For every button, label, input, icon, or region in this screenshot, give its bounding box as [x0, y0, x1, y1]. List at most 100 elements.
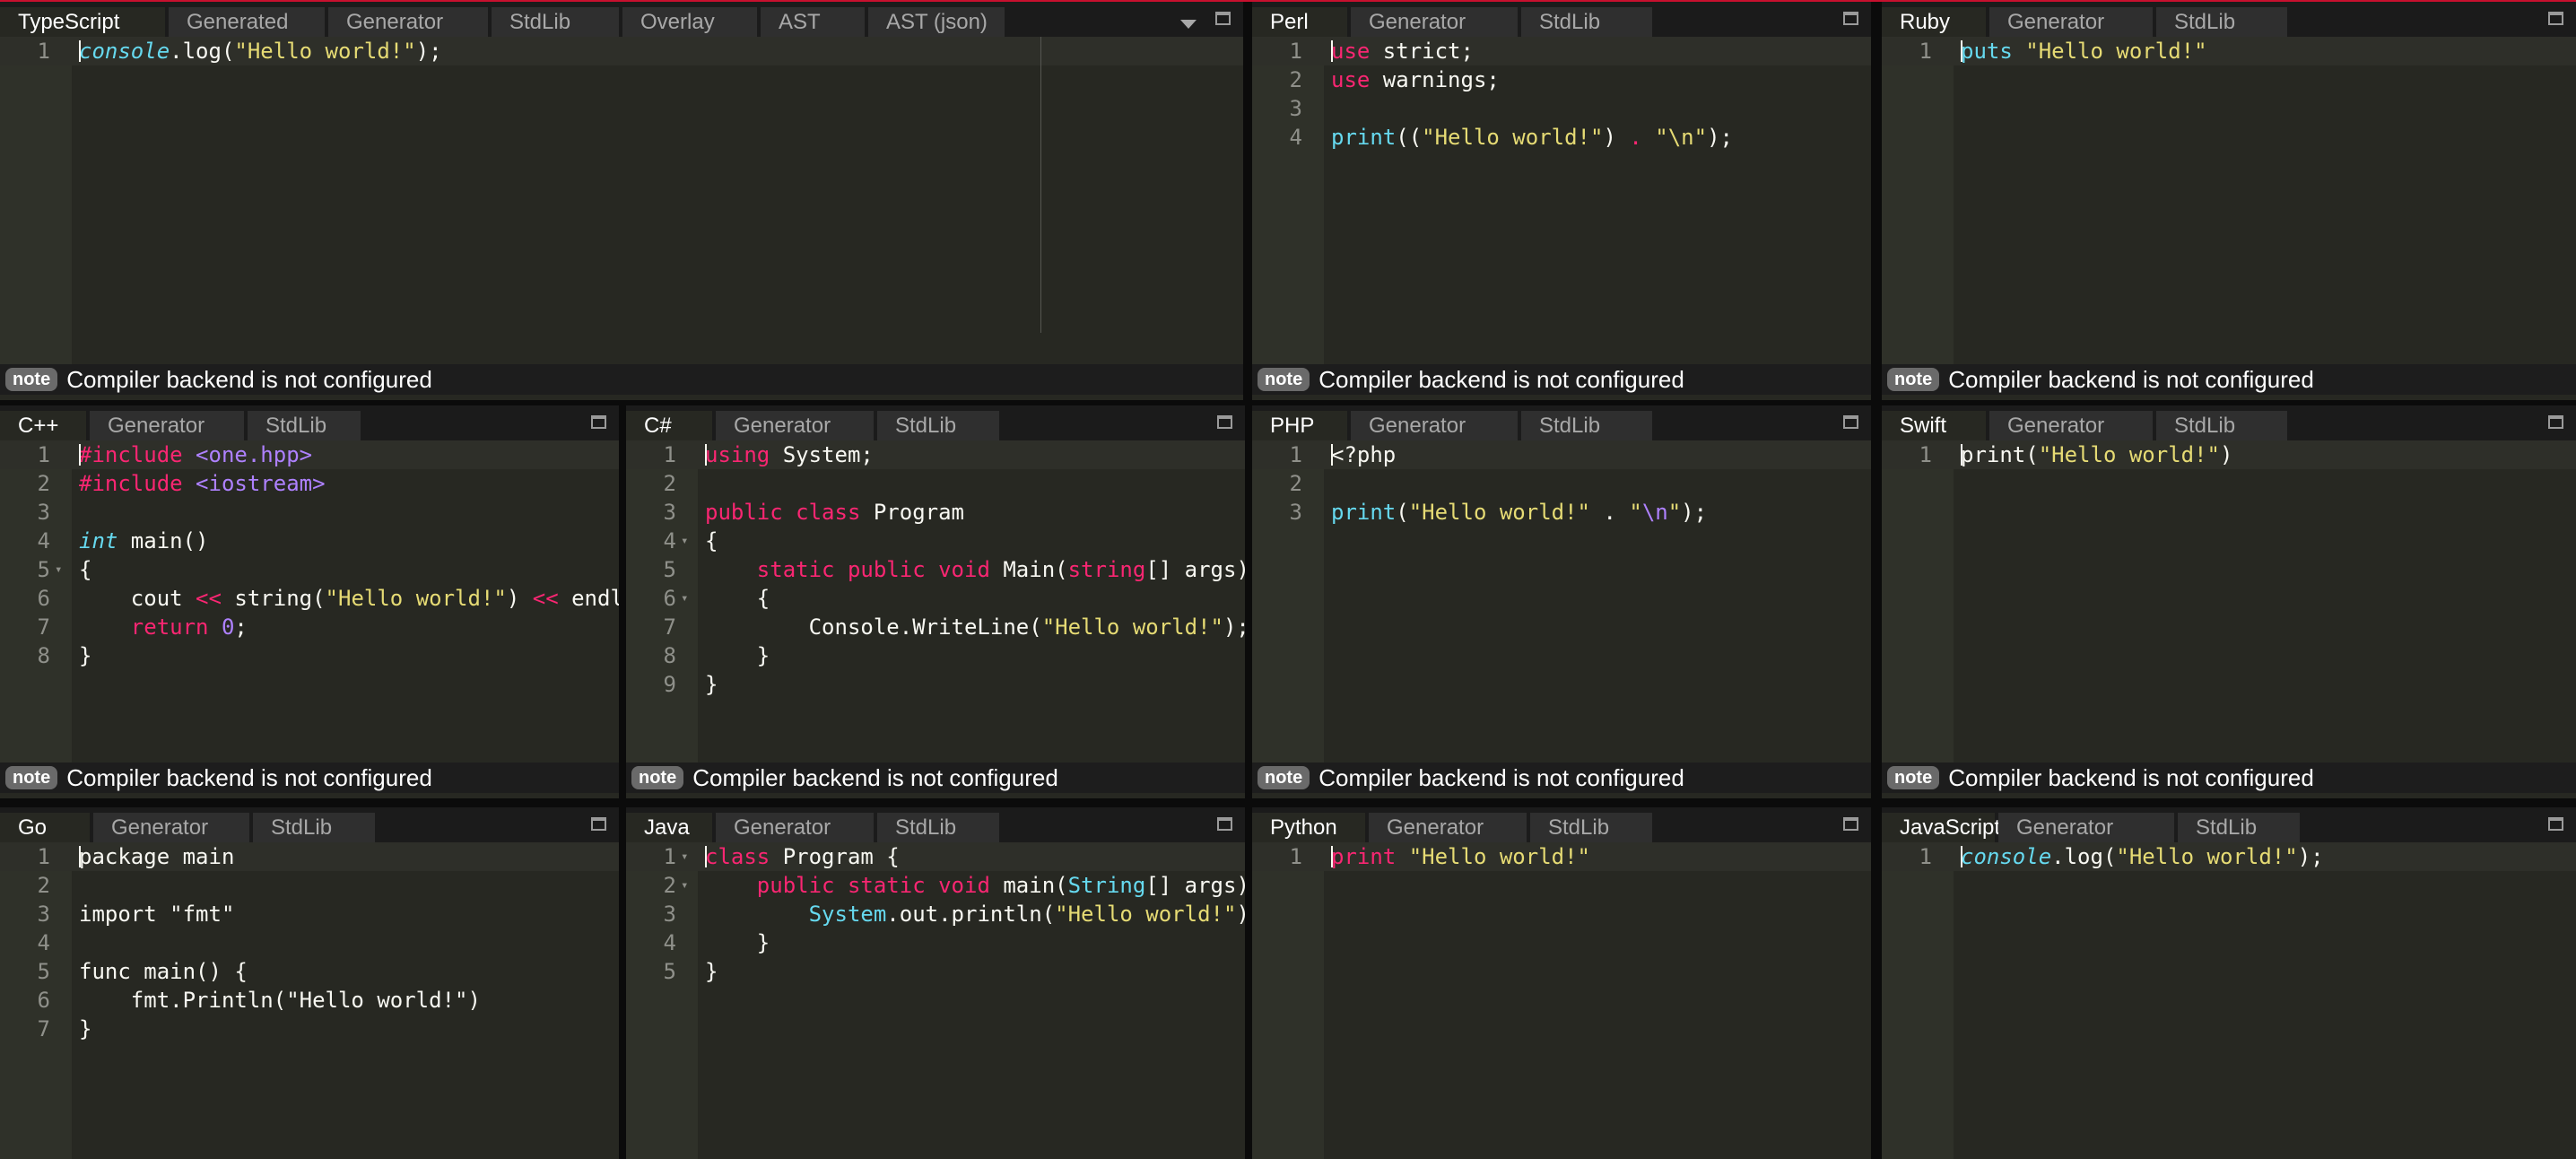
tab-php[interactable]: PHP: [1252, 411, 1347, 440]
code-text: class Program {: [705, 842, 900, 871]
code-editor[interactable]: 1 print("Hello world!"): [1882, 440, 2576, 762]
tab-stdlib[interactable]: StdLib: [2156, 7, 2287, 37]
tab-generator[interactable]: Generator: [93, 813, 249, 842]
code-editor[interactable]: 1 print "Hello world!": [1252, 842, 1871, 1159]
tab-generator[interactable]: Generator: [1989, 411, 2153, 440]
tab-overflow-dropdown-icon[interactable]: [1180, 20, 1197, 29]
line-number: 5: [663, 557, 676, 582]
text-cursor: [1331, 846, 1333, 867]
fold-arrow-icon[interactable]: ▾: [681, 871, 688, 900]
tab-generator[interactable]: Generator: [90, 411, 244, 440]
code-editor[interactable]: 1 2 3 4 ▾ 5 6 ▾ 7 8 9 using System; public class Pro…: [626, 440, 1245, 762]
code-area[interactable]: console.log("Hello world!");: [1954, 842, 2576, 1159]
code-area[interactable]: <?php print("Hello world!" . "\n");: [1324, 440, 1871, 762]
tab-generator[interactable]: Generator: [1351, 7, 1518, 37]
tab-generator[interactable]: Generator: [1351, 411, 1518, 440]
tab-generator[interactable]: Generator: [716, 411, 874, 440]
tab-stdlib[interactable]: StdLib: [248, 411, 361, 440]
code-line: }: [698, 641, 1245, 670]
gutter-row: 1: [1252, 842, 1324, 871]
code-area[interactable]: using System; public class Program{ stati…: [698, 440, 1245, 762]
tab-generator[interactable]: Generator: [1998, 813, 2174, 842]
gutter-row: 7: [0, 1015, 72, 1043]
code-editor[interactable]: 1 console.log("Hello world!");: [1882, 842, 2576, 1159]
tab-stdlib[interactable]: StdLib: [253, 813, 375, 842]
maximize-icon[interactable]: [1217, 817, 1232, 831]
tab-java[interactable]: Java: [626, 813, 712, 842]
code-text: fmt.Println("Hello world!"): [79, 986, 481, 1015]
tab-perl[interactable]: Perl: [1252, 7, 1347, 37]
maximize-icon[interactable]: [591, 415, 606, 429]
tab-c++[interactable]: C++: [0, 411, 86, 440]
maximize-icon[interactable]: [1215, 12, 1231, 25]
code-area[interactable]: use strict; use warnings; print(("Hello wo…: [1324, 37, 1871, 364]
code-area[interactable]: #include <one.hpp> #include <iostream> int…: [72, 440, 619, 762]
code-editor[interactable]: 1 2 3 <?php print("Hello world!" . "\n");: [1252, 440, 1871, 762]
code-area[interactable]: print("Hello world!"): [1954, 440, 2576, 762]
tab-stdlib[interactable]: StdLib: [1521, 7, 1652, 37]
maximize-icon[interactable]: [1843, 12, 1858, 25]
code-area[interactable]: console.log("Hello world!");: [72, 37, 1243, 364]
maximize-icon[interactable]: [2548, 12, 2563, 25]
tab-generator[interactable]: Generator: [1369, 813, 1527, 842]
code-area[interactable]: puts "Hello world!": [1954, 37, 2576, 364]
code-text: {: [705, 584, 770, 613]
tab-ast-json-[interactable]: AST (json): [868, 7, 1005, 37]
tab-stdlib[interactable]: StdLib: [492, 7, 619, 37]
code-token: }: [79, 643, 92, 668]
tab-stdlib[interactable]: StdLib: [2156, 411, 2287, 440]
tab-generator[interactable]: Generator: [328, 7, 488, 37]
status-bar: note Compiler backend is not configured: [0, 762, 619, 793]
tab-typescript[interactable]: TypeScript: [0, 7, 165, 37]
maximize-icon[interactable]: [1217, 415, 1232, 429]
maximize-icon[interactable]: [1843, 817, 1858, 831]
code-token: fmt.Println("Hello world!"): [79, 988, 481, 1013]
code-token: public: [705, 500, 783, 525]
tab-javascript[interactable]: JavaScript: [1882, 813, 2000, 842]
code-editor[interactable]: 1 2 3 4 5 ▾ 6 7 8 #include <one.hpp> #include <ios…: [0, 440, 619, 762]
tab-stdlib[interactable]: StdLib: [2178, 813, 2300, 842]
tab-generator[interactable]: Generator: [716, 813, 874, 842]
tab-generator[interactable]: Generator: [1989, 7, 2153, 37]
maximize-icon[interactable]: [591, 817, 606, 831]
code-line: print("Hello world!"): [1954, 440, 2576, 469]
code-area[interactable]: print "Hello world!": [1324, 842, 1871, 1159]
code-editor[interactable]: 1 ▾ 2 ▾ 3 4 5 class Program { public static voi…: [626, 842, 1245, 1159]
code-line: func main() {: [72, 957, 619, 986]
maximize-icon[interactable]: [2548, 415, 2563, 429]
code-editor[interactable]: 1 puts "Hello world!": [1882, 37, 2576, 364]
tab-swift[interactable]: Swift: [1882, 411, 1986, 440]
tab-python[interactable]: Python: [1252, 813, 1365, 842]
code-editor[interactable]: 1 console.log("Hello world!");: [0, 37, 1243, 364]
tab-c#[interactable]: C#: [626, 411, 712, 440]
code-token: }: [705, 930, 770, 955]
line-number: 4: [1289, 125, 1302, 150]
maximize-icon[interactable]: [1843, 415, 1858, 429]
gutter-row: 5: [626, 555, 698, 584]
fold-arrow-icon[interactable]: ▾: [681, 842, 688, 871]
text-cursor: [79, 846, 81, 867]
tab-generated[interactable]: Generated: [169, 7, 325, 37]
code-area[interactable]: package main import "fmt" func main() { fm…: [72, 842, 619, 1159]
tab-ast[interactable]: AST: [761, 7, 865, 37]
tab-bar: Ruby Generator StdLib: [1882, 2, 2576, 37]
code-area[interactable]: class Program { public static void main(…: [698, 842, 1245, 1159]
tab-stdlib[interactable]: StdLib: [1521, 411, 1652, 440]
tab-overlay[interactable]: Overlay: [622, 7, 757, 37]
line-number-gutter: 1: [1252, 842, 1324, 1159]
maximize-icon[interactable]: [2548, 817, 2563, 831]
fold-arrow-icon[interactable]: ▾: [681, 527, 688, 555]
tab-go[interactable]: Go: [0, 813, 90, 842]
tab-stdlib[interactable]: StdLib: [1530, 813, 1652, 842]
fold-arrow-icon[interactable]: ▾: [681, 584, 688, 613]
code-token: console: [1961, 844, 2052, 869]
code-editor[interactable]: 1 2 3 4 use strict; use warnings; print(("Hell…: [1252, 37, 1871, 364]
fold-arrow-icon[interactable]: ▾: [55, 555, 62, 584]
code-token: strict;: [1370, 39, 1474, 64]
tab-stdlib[interactable]: StdLib: [877, 411, 999, 440]
tab-stdlib[interactable]: StdLib: [877, 813, 999, 842]
tab-ruby[interactable]: Ruby: [1882, 7, 1986, 37]
code-editor[interactable]: 1 2 3 4 5 6 7 package main import "fmt" func main…: [0, 842, 619, 1159]
